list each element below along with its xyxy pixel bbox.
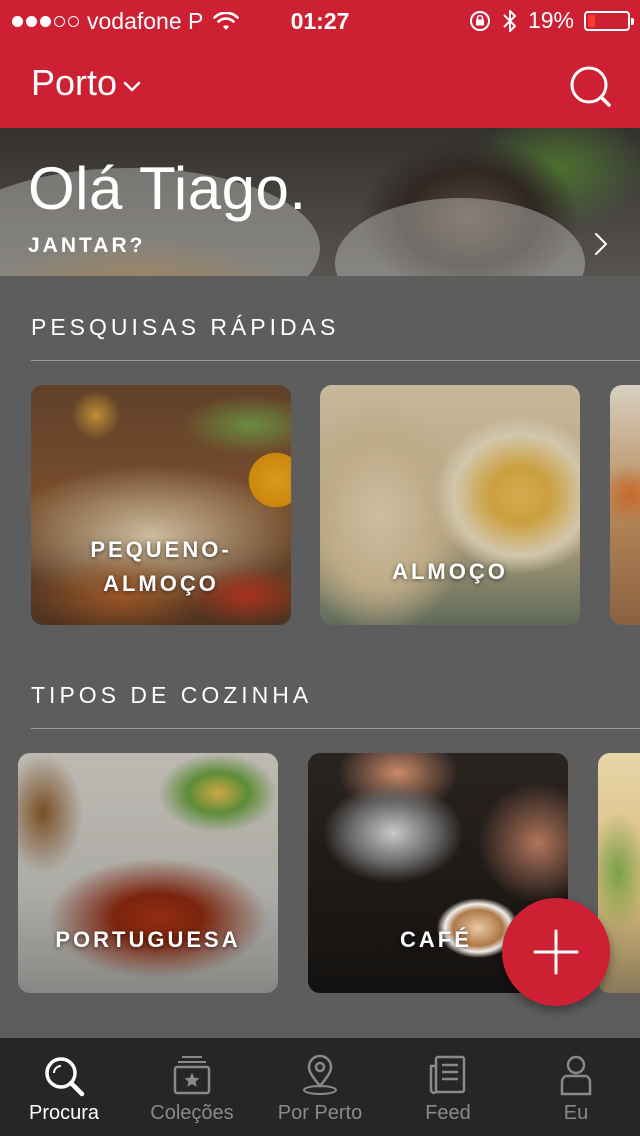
plus-icon — [533, 929, 579, 975]
add-button[interactable] — [502, 898, 610, 1006]
location-pin-icon — [303, 1054, 337, 1095]
greeting-text: Olá Tiago. — [28, 155, 307, 222]
tab-label: Coleções — [150, 1102, 234, 1124]
card-label: PORTUGUESA — [55, 927, 241, 952]
tab-label: Feed — [425, 1102, 471, 1124]
status-bar: vodafone P 01:27 19% — [0, 0, 640, 42]
rotation-lock-icon — [469, 10, 490, 31]
cuisines-title: TIPOS DE COZINHA — [31, 682, 313, 708]
section-divider — [31, 728, 640, 729]
tab-procura[interactable]: Procura — [0, 1038, 128, 1136]
city-name: Porto — [31, 62, 118, 103]
battery-icon — [584, 10, 634, 31]
card-label: ALMOÇO — [392, 559, 508, 584]
bluetooth-icon — [503, 9, 516, 32]
collections-icon — [173, 1056, 211, 1095]
user-icon — [560, 1055, 592, 1096]
battery-level — [588, 14, 596, 27]
search-icon[interactable] — [568, 64, 612, 108]
quick-search-card-lunch[interactable]: ALMOÇO — [320, 385, 580, 625]
card-overlay — [18, 753, 278, 993]
tab-colecoes[interactable]: Coleções — [128, 1038, 256, 1136]
city-selector[interactable]: Porto — [31, 62, 141, 104]
chevron-right-icon[interactable] — [594, 232, 608, 256]
chevron-down-icon — [123, 81, 141, 92]
card-overlay — [320, 385, 580, 625]
search-icon — [45, 1057, 85, 1097]
tab-bar: Procura Coleções Por Perto Feed Eu — [0, 1038, 640, 1136]
card-label-line: ALMOÇO — [103, 571, 219, 596]
quick-search-title: PESQUISAS RÁPIDAS — [31, 314, 340, 340]
card-label: PEQUENO- ALMOÇO — [31, 533, 291, 601]
tab-por-perto[interactable]: Por Perto — [256, 1038, 384, 1136]
tab-label: Por Perto — [277, 1102, 363, 1124]
quick-search-card-breakfast[interactable]: PEQUENO- ALMOÇO — [31, 385, 291, 625]
quick-search-card-next[interactable] — [610, 385, 640, 625]
status-right: 19% — [468, 7, 634, 34]
nav-bar: Porto — [0, 42, 640, 128]
feed-icon — [429, 1055, 466, 1094]
cuisine-card-portuguesa[interactable]: PORTUGUESA — [18, 753, 278, 993]
battery-percentage: 19% — [527, 7, 574, 33]
section-divider — [31, 360, 640, 361]
tab-label: Procura — [28, 1102, 100, 1124]
tab-eu[interactable]: Eu — [512, 1038, 640, 1136]
tab-label: Eu — [563, 1102, 589, 1124]
tab-feed[interactable]: Feed — [384, 1038, 512, 1136]
card-label-line: PEQUENO- — [90, 537, 232, 562]
meal-suggestion-link[interactable]: JANTAR? — [28, 234, 145, 258]
hero-banner[interactable]: Olá Tiago. JANTAR? — [0, 128, 640, 276]
